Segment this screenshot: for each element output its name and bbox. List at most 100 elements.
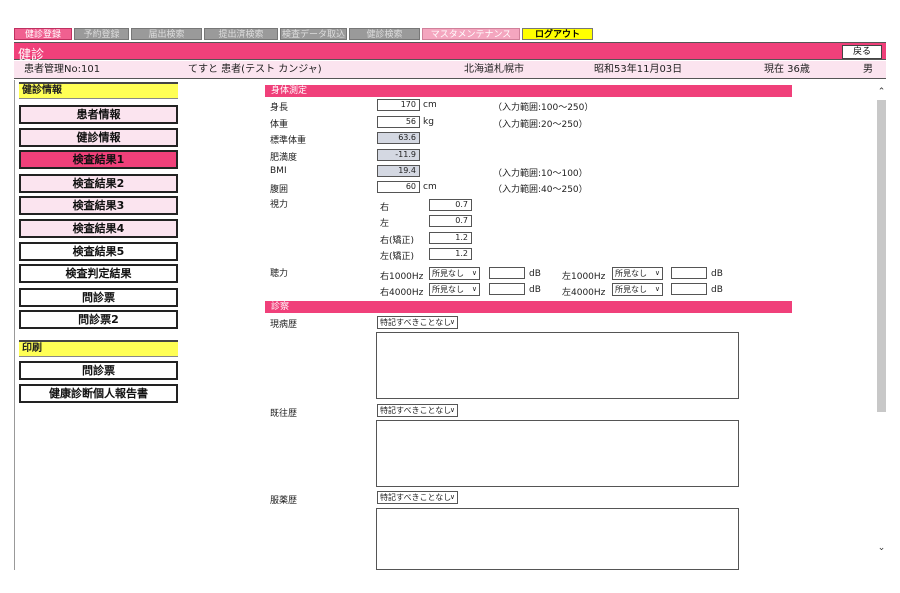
height-range-note: （入力範囲:100～250） [493, 103, 594, 113]
hearing-left-1000-select[interactable]: 所見なし ∨ [612, 267, 663, 280]
present-illness-textarea[interactable] [376, 332, 739, 399]
hearing-left-4000-db-input[interactable] [671, 283, 707, 295]
weight-label: 体重 [270, 120, 289, 130]
present-illness-label: 現病歴 [270, 320, 298, 330]
patient-address: 北海道札幌市 [464, 64, 524, 75]
sidebar-item-exam-info[interactable]: 健診情報 [19, 128, 178, 147]
hearing-left-1000-db-input[interactable] [671, 267, 707, 279]
sidebar-item-result-3[interactable]: 検査結果3 [19, 196, 178, 215]
sidebar-section-exam-info: 健診情報 [19, 82, 178, 99]
tab-master-maintenance[interactable]: マスタメンテナンス [422, 28, 520, 40]
height-label: 身長 [270, 103, 289, 113]
title-bar: 健診 戻る [14, 42, 886, 63]
hearing-right-1000-db-input[interactable] [489, 267, 525, 279]
obesity-value: -11.9 [377, 149, 420, 161]
sidebar-item-result-1[interactable]: 検査結果1 [19, 150, 178, 169]
scrollbar-thumb[interactable] [877, 100, 886, 412]
vision-left-input[interactable]: 0.7 [429, 215, 472, 227]
sidebar-item-questionnaire[interactable]: 問診票 [19, 288, 178, 307]
patient-info-bar: 患者管理No:101 てすと 患者(テスト カンジャ) 北海道札幌市 昭和53年… [14, 61, 886, 79]
patient-sex: 男 [863, 64, 873, 75]
hearing-right-4000-label: 右4000Hz [380, 288, 424, 298]
vision-left-corrected-input[interactable]: 1.2 [429, 248, 472, 260]
weight-range-note: （入力範囲:20～250） [493, 120, 588, 130]
hearing-right-4000-select[interactable]: 所見なし ∨ [429, 283, 480, 296]
hearing-right-4000-unit: dB [529, 285, 541, 295]
past-history-select[interactable]: 特記すべきことなし ∨ [377, 404, 458, 417]
hearing-left-4000-unit: dB [711, 285, 723, 295]
medication-history-textarea[interactable] [376, 508, 739, 570]
chevron-down-icon: ∨ [654, 269, 660, 277]
vision-right-corrected-label: 右(矯正) [380, 236, 415, 246]
vision-right-input[interactable]: 0.7 [429, 199, 472, 211]
tab-submitted-search[interactable]: 提出済検索 [204, 28, 278, 40]
hearing-left-4000-label: 左4000Hz [562, 288, 606, 298]
waist-range-note: （入力範囲:40～250） [493, 185, 588, 195]
std-weight-label: 標準体重 [270, 136, 307, 146]
medication-history-label: 服薬歴 [270, 496, 298, 506]
medication-history-select[interactable]: 特記すべきことなし ∨ [377, 491, 458, 504]
sidebar-item-result-5[interactable]: 検査結果5 [19, 242, 178, 261]
patient-name: てすと 患者(テスト カンジャ) [188, 64, 322, 75]
chevron-up-icon[interactable]: ⌃ [877, 88, 886, 97]
vision-left-corrected-label: 左(矯正) [380, 252, 415, 262]
chevron-down-icon: ∨ [449, 406, 455, 414]
hearing-right-4000-db-input[interactable] [489, 283, 525, 295]
chevron-down-icon[interactable]: ⌄ [877, 544, 886, 553]
tab-report-search[interactable]: 届出検索 [131, 28, 202, 40]
sidebar-item-result-2[interactable]: 検査結果2 [19, 174, 178, 193]
tab-data-import[interactable]: 検査データ取込 [280, 28, 347, 40]
patient-birthdate: 昭和53年11月03日 [594, 64, 683, 75]
tab-reservation[interactable]: 予約登録 [74, 28, 129, 40]
chevron-down-icon: ∨ [449, 493, 455, 501]
back-button[interactable]: 戻る [842, 45, 882, 59]
hearing-left-1000-label: 左1000Hz [562, 272, 606, 282]
height-unit: cm [423, 100, 437, 110]
chevron-down-icon: ∨ [654, 285, 660, 293]
section-body-measurement: 身体測定 [265, 85, 792, 97]
sidebar-section-print: 印刷 [19, 340, 178, 357]
obesity-label: 肥満度 [270, 153, 298, 163]
bmi-range-note: （入力範囲:10～100） [493, 169, 588, 179]
chevron-down-icon: ∨ [449, 318, 455, 326]
vision-left-label: 左 [380, 219, 390, 229]
hearing-right-1000-unit: dB [529, 269, 541, 279]
weight-input[interactable]: 56 [377, 116, 420, 128]
section-examination: 診察 [265, 301, 792, 313]
sidebar-item-result-4[interactable]: 検査結果4 [19, 219, 178, 238]
hearing-right-1000-label: 右1000Hz [380, 272, 424, 282]
sidebar-item-questionnaire-2[interactable]: 問診票2 [19, 310, 178, 329]
bmi-value: 19.4 [377, 165, 420, 177]
chevron-down-icon: ∨ [471, 285, 477, 293]
vision-right-corrected-input[interactable]: 1.2 [429, 232, 472, 244]
tab-exam-registration[interactable]: 健診登録 [14, 28, 72, 40]
hearing-left-4000-select[interactable]: 所見なし ∨ [612, 283, 663, 296]
bmi-label: BMI [270, 166, 287, 176]
waist-input[interactable]: 60 [377, 181, 420, 193]
logout-button[interactable]: ログアウト [522, 28, 593, 40]
hearing-left-1000-unit: dB [711, 269, 723, 279]
hearing-label: 聴力 [270, 269, 289, 279]
patient-age: 現在 36歳 [764, 64, 810, 75]
print-questionnaire-button[interactable]: 問診票 [19, 361, 178, 380]
sidebar-item-patient-info[interactable]: 患者情報 [19, 105, 178, 124]
past-history-textarea[interactable] [376, 420, 739, 487]
waist-unit: cm [423, 182, 437, 192]
past-history-label: 既往歴 [270, 409, 298, 419]
patient-id: 患者管理No:101 [24, 64, 101, 75]
vision-right-label: 右 [380, 203, 390, 213]
left-border [14, 80, 15, 570]
vision-label: 視力 [270, 200, 289, 210]
waist-label: 腹囲 [270, 185, 289, 195]
vertical-scrollbar[interactable]: ⌃ ⌄ [877, 88, 886, 558]
chevron-down-icon: ∨ [471, 269, 477, 277]
sidebar-item-judgement[interactable]: 検査判定結果 [19, 264, 178, 283]
print-health-report-button[interactable]: 健康診断個人報告書 [19, 384, 178, 403]
hearing-right-1000-select[interactable]: 所見なし ∨ [429, 267, 480, 280]
std-weight-value: 63.6 [377, 132, 420, 144]
present-illness-select[interactable]: 特記すべきことなし ∨ [377, 316, 458, 329]
height-input[interactable]: 170 [377, 99, 420, 111]
top-navigation: 健診登録 予約登録 届出検索 提出済検索 検査データ取込 健診検索 マスタメンテ… [14, 28, 593, 40]
weight-unit: kg [423, 117, 434, 127]
tab-exam-search[interactable]: 健診検索 [349, 28, 420, 40]
